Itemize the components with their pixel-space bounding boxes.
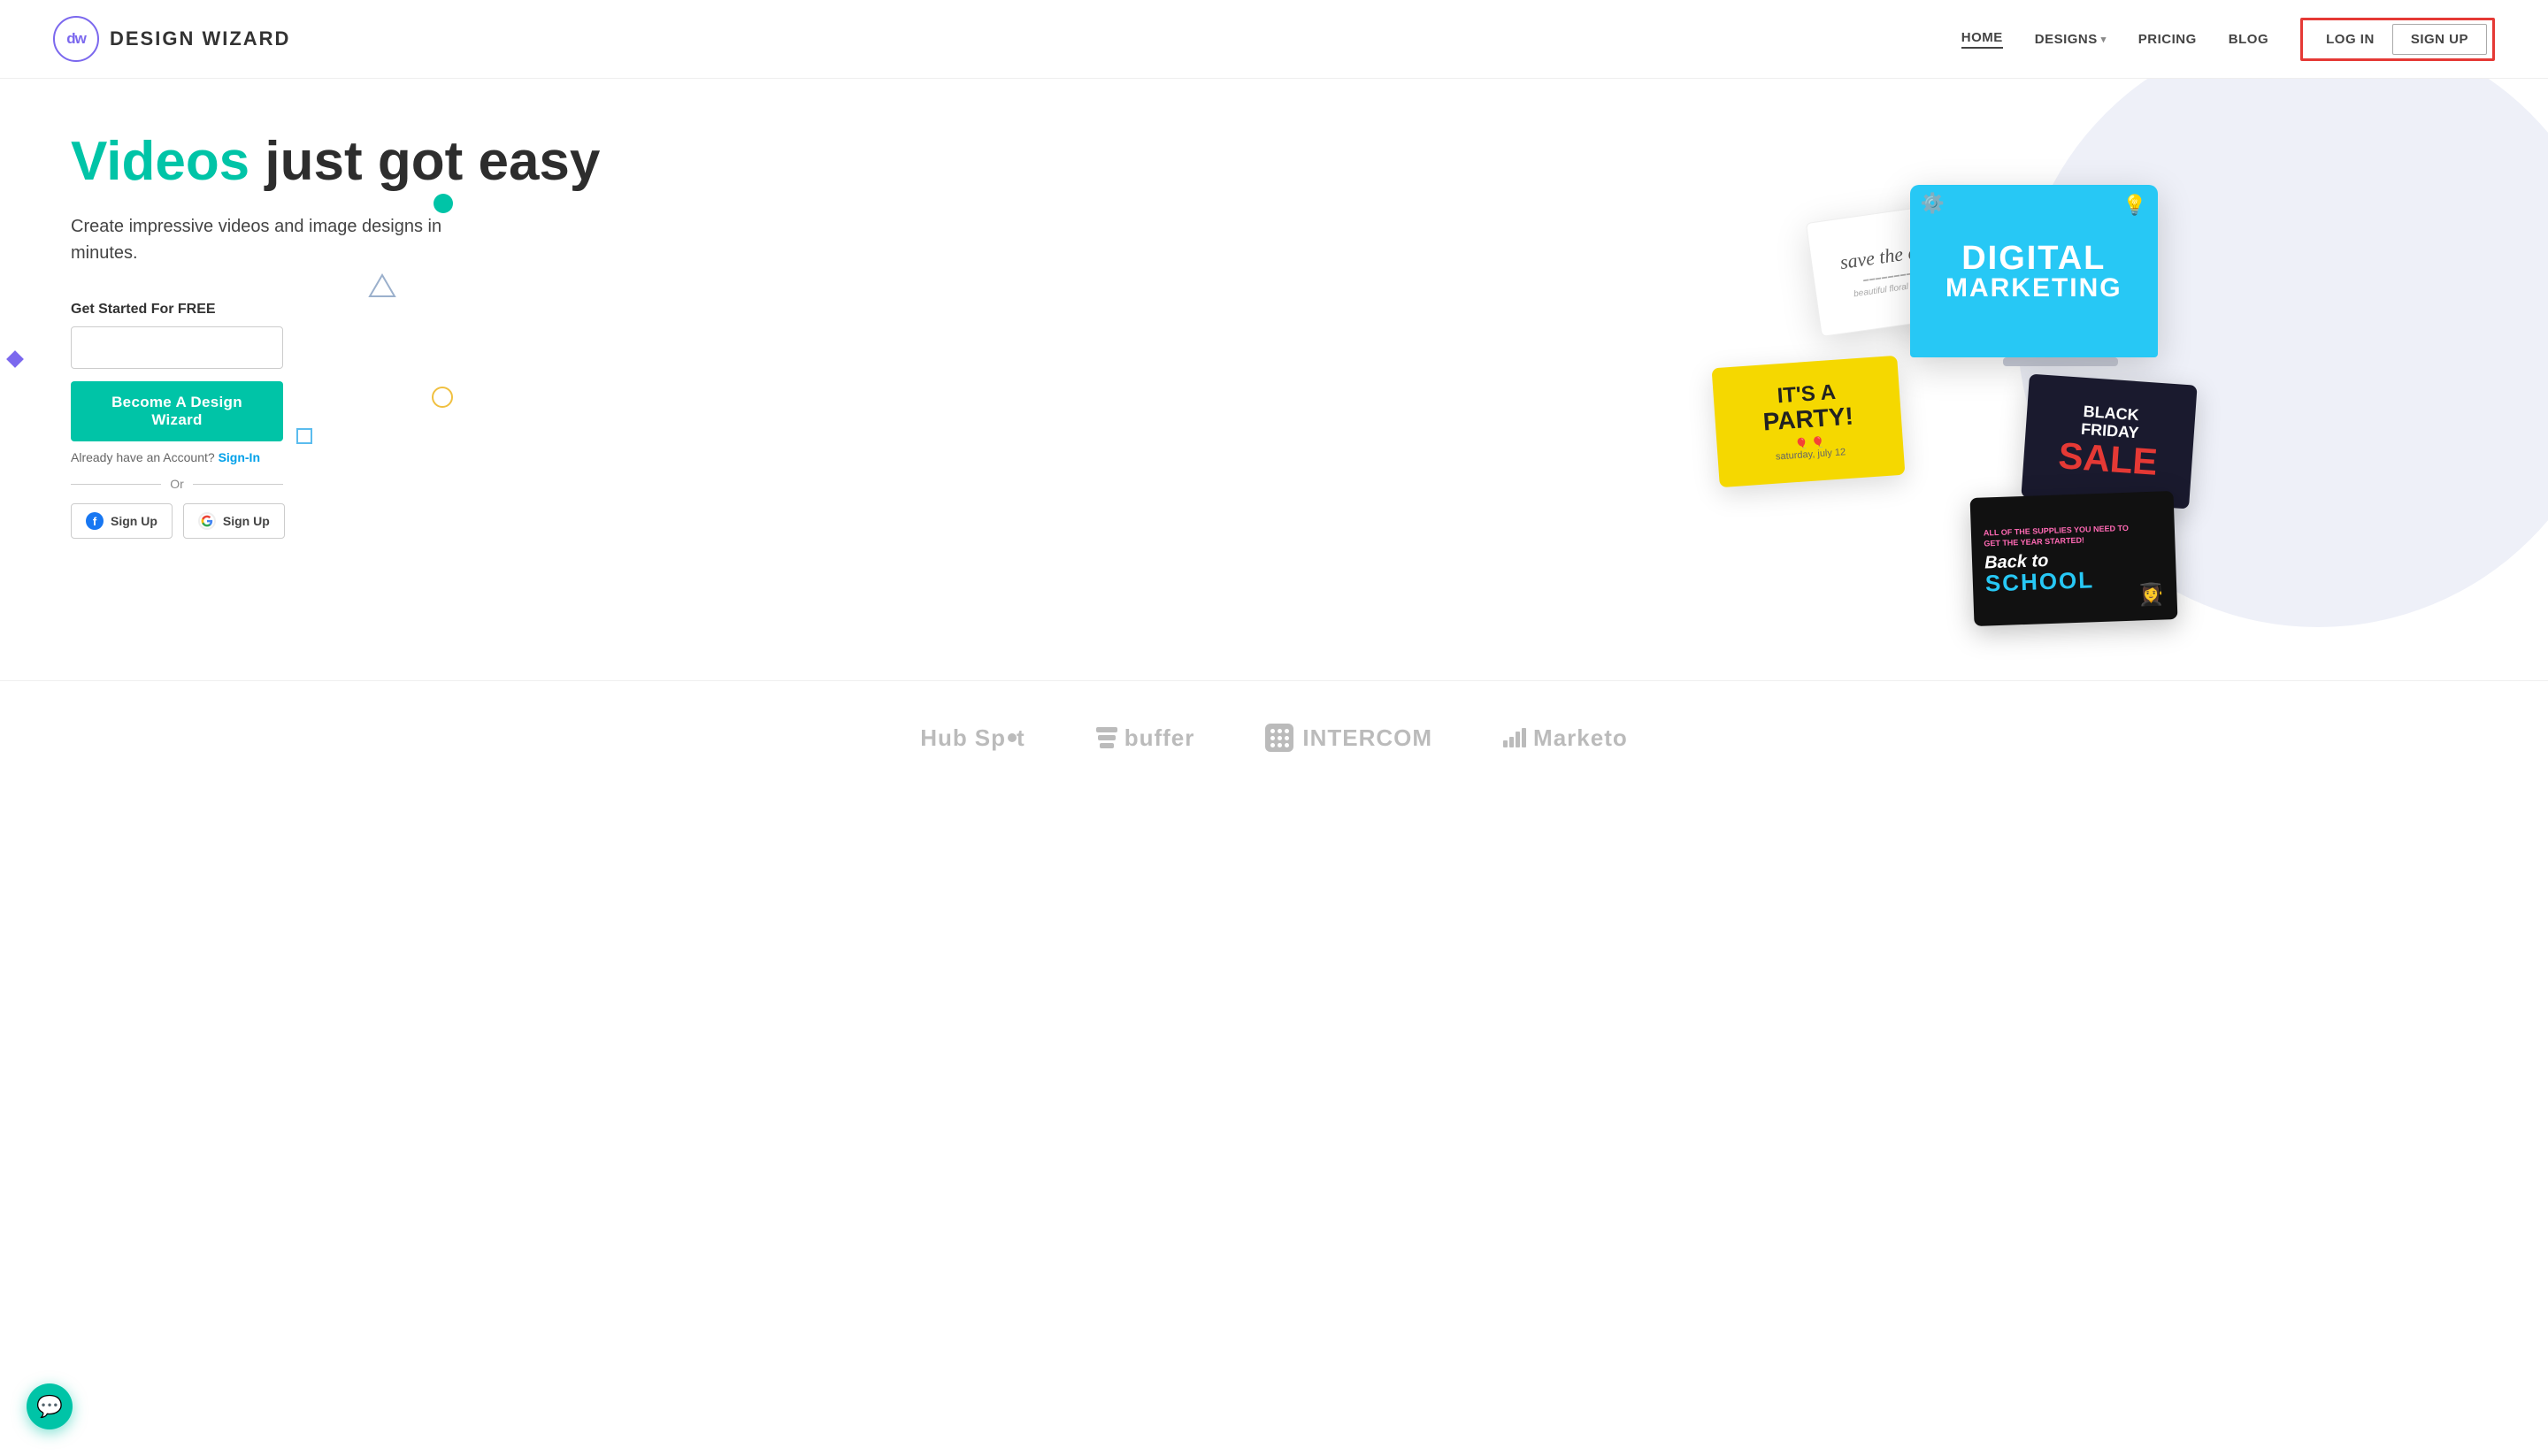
google-signup-label: Sign Up — [223, 514, 270, 528]
divider-line-left — [71, 484, 161, 485]
hero-title-rest: just got easy — [249, 131, 600, 192]
nav-blog[interactable]: BLOG — [2229, 32, 2268, 47]
hero-left: Videos just got easy Create impressive v… — [0, 79, 1325, 680]
chat-bubble[interactable]: 💬 — [27, 1383, 73, 1429]
become-wizard-button[interactable]: Become A Design Wizard — [71, 381, 283, 441]
or-divider: Or — [71, 477, 283, 491]
marketo-text: Marketo — [1533, 724, 1628, 752]
header: dw DESIGN WIZARD HOME DESIGNS ▾ PRICING … — [0, 0, 2548, 79]
hero-title: Videos just got easy — [71, 132, 1272, 192]
or-label: Or — [170, 477, 184, 491]
nav-designs[interactable]: DESIGNS ▾ — [2035, 32, 2107, 47]
get-started-label: Get Started For FREE — [71, 302, 1272, 318]
nav-home[interactable]: HOME — [1961, 30, 2003, 49]
sign-in-link[interactable]: Sign-In — [219, 450, 260, 464]
facebook-icon: f — [86, 512, 104, 530]
facebook-signup-label: Sign Up — [111, 514, 157, 528]
party-card: IT'S A PARTY! 🎈 🎈 saturday, july 12 — [1711, 356, 1905, 487]
social-signup-area: f Sign Up Sign Up — [71, 503, 1272, 539]
marketo-logo: Marketo — [1503, 724, 1628, 752]
intercom-text: INTERCOM — [1302, 724, 1432, 752]
divider-line-right — [193, 484, 283, 485]
google-signup-button[interactable]: Sign Up — [183, 503, 285, 539]
digital-marketing-card: DIGITAL MARKETING 💡 ⚙️ — [1910, 185, 2158, 357]
black-friday-card: BLACK FRIDAY SALE — [2021, 374, 2197, 510]
hubspot-spot: Sp t — [975, 724, 1025, 752]
buffer-logo: buffer — [1096, 724, 1195, 752]
facebook-signup-button[interactable]: f Sign Up — [71, 503, 173, 539]
login-button[interactable]: LOG IN — [2308, 25, 2392, 54]
google-icon — [198, 512, 216, 530]
hubspot-text: Hub — [920, 724, 968, 752]
logo-circle: dw — [53, 16, 99, 62]
logo[interactable]: dw DESIGN WIZARD — [53, 16, 290, 62]
nav-auth-box: LOG IN SIGN UP — [2300, 18, 2495, 61]
buffer-text: buffer — [1124, 724, 1195, 752]
cards-stack: save the date ━━━━━━━━━━ beautiful flora… — [1707, 158, 2202, 618]
chevron-down-icon: ▾ — [2101, 34, 2107, 45]
hero-right: save the date ━━━━━━━━━━ beautiful flora… — [1325, 79, 2548, 680]
nav-pricing[interactable]: PRICING — [2138, 32, 2197, 47]
intercom-icon — [1265, 724, 1293, 752]
chat-icon: 💬 — [36, 1394, 63, 1420]
nav: HOME DESIGNS ▾ PRICING BLOG LOG IN SIGN … — [1961, 18, 2495, 61]
intercom-logo: INTERCOM — [1265, 724, 1432, 752]
logo-text: DESIGN WIZARD — [110, 27, 290, 50]
marketo-bars — [1503, 728, 1526, 747]
back-to-school-card: ALL OF THE SUPPLIES YOU NEED TOGET THE Y… — [1969, 491, 2177, 626]
hero-section: Videos just got easy Create impressive v… — [0, 79, 2548, 680]
email-input[interactable] — [71, 326, 283, 369]
cards-area: save the date ━━━━━━━━━━ beautiful flora… — [1325, 79, 2548, 680]
logos-section: Hub Sp t buffer I — [0, 680, 2548, 794]
hero-title-highlight: Videos — [71, 131, 249, 192]
signup-button[interactable]: SIGN UP — [2392, 24, 2487, 55]
hubspot-logo: Hub Sp t — [920, 724, 1025, 752]
hero-subtitle: Create impressive videos and image desig… — [71, 213, 442, 266]
already-account-text: Already have an Account? Sign-In — [71, 450, 1272, 464]
